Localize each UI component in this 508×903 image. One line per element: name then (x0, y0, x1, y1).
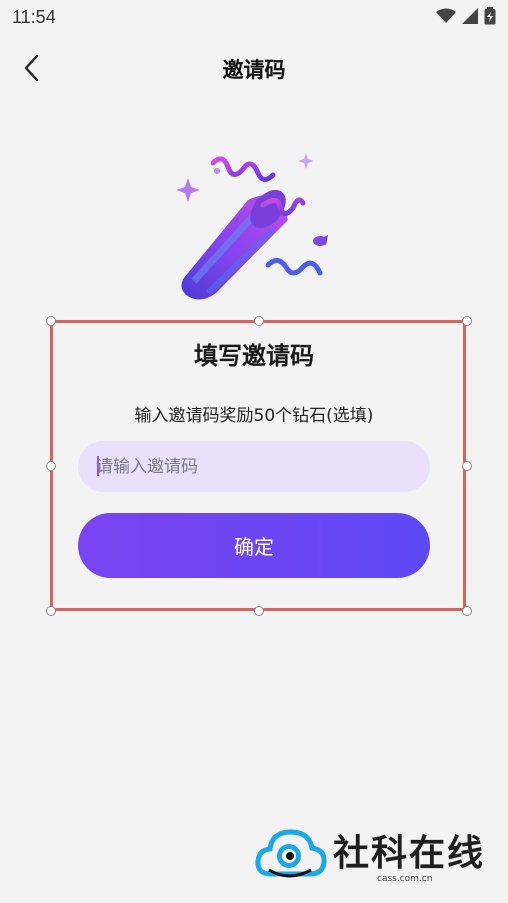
status-time: 11:54 (12, 7, 56, 27)
resize-handle[interactable] (462, 461, 472, 471)
wifi-icon (436, 8, 456, 23)
cell-signal-icon (462, 8, 478, 24)
resize-handle[interactable] (254, 316, 264, 326)
battery-icon (484, 7, 496, 25)
invite-code-input[interactable] (78, 441, 430, 492)
card-subtitle: 输入邀请码奖励50个钻石(选填) (134, 406, 374, 426)
watermark-text: 社科在线 (333, 832, 486, 874)
eye-cloud-logo-icon (255, 829, 327, 878)
confirm-button[interactable]: 确定 (78, 513, 430, 578)
text-caret (97, 456, 99, 476)
page-title: 邀请码 (222, 58, 286, 82)
resize-handle[interactable] (46, 316, 56, 326)
watermark: 社科在线 cass.com.cn (255, 822, 505, 892)
watermark-subtext: cass.com.cn (377, 874, 433, 884)
card-title: 填写邀请码 (194, 342, 314, 370)
resize-handle[interactable] (254, 606, 264, 616)
resize-handle[interactable] (46, 461, 56, 471)
party-popper-icon (176, 153, 328, 300)
nav-bar: 邀请码 (0, 36, 508, 100)
resize-handle[interactable] (462, 606, 472, 616)
resize-handle[interactable] (462, 316, 472, 326)
status-icons (436, 7, 496, 25)
resize-handle[interactable] (46, 606, 56, 616)
status-bar: 11:54 (0, 0, 508, 36)
